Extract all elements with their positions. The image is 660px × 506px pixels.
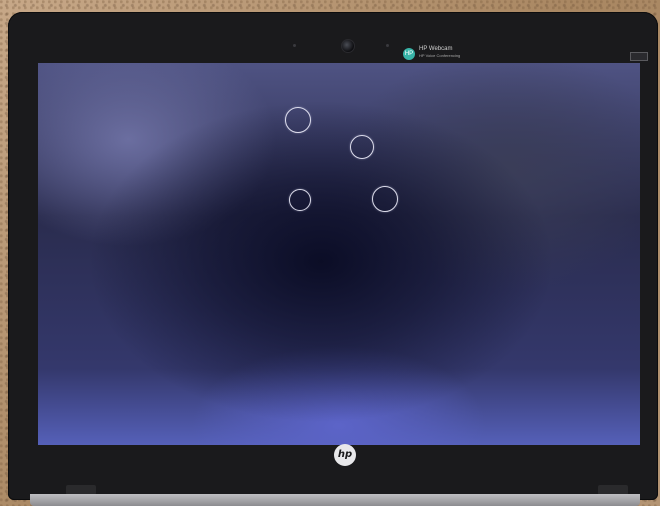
webcam-badge-icon: HP — [403, 48, 415, 60]
hp-logo: hp — [334, 444, 356, 466]
webcam-lens — [341, 39, 355, 53]
microphone-dot — [386, 44, 389, 47]
webcam-notice-subtitle: HP Voice Conferencing — [419, 53, 461, 58]
microphone-dot — [293, 44, 296, 47]
loading-ring-2 — [350, 135, 374, 159]
webcam-notice-title: HP Webcam — [419, 46, 453, 52]
bezel-sticker — [630, 52, 648, 61]
laptop-screen — [38, 63, 640, 445]
webcam-notice: HP Webcam HP Voice Conferencing — [419, 46, 460, 58]
loading-ring-3 — [289, 189, 311, 211]
laptop-base — [30, 494, 640, 506]
loading-ring-4 — [372, 186, 398, 212]
loading-ring-1 — [285, 107, 311, 133]
